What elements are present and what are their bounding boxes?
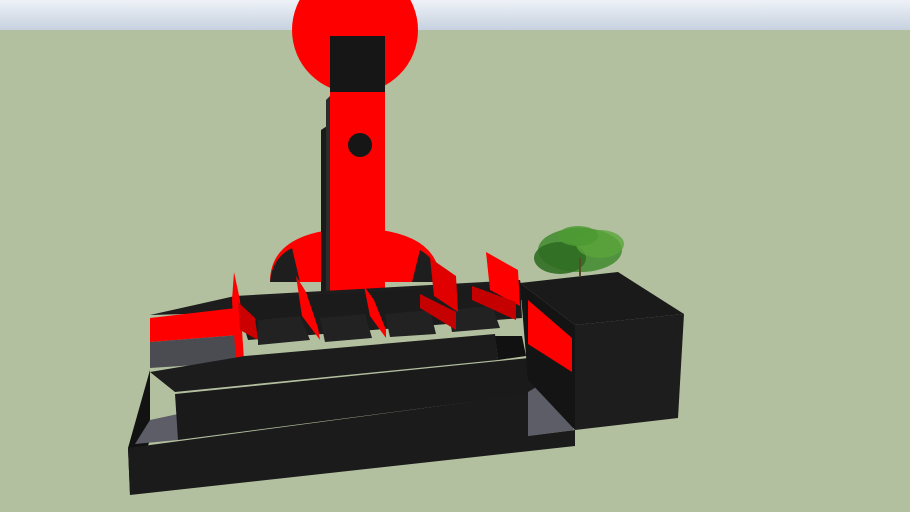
sky	[0, 0, 910, 30]
3d-scene[interactable]	[0, 0, 910, 512]
red-tower	[321, 92, 385, 292]
tower-hole	[348, 133, 372, 157]
sketchup-model-viewport[interactable]	[0, 0, 910, 512]
